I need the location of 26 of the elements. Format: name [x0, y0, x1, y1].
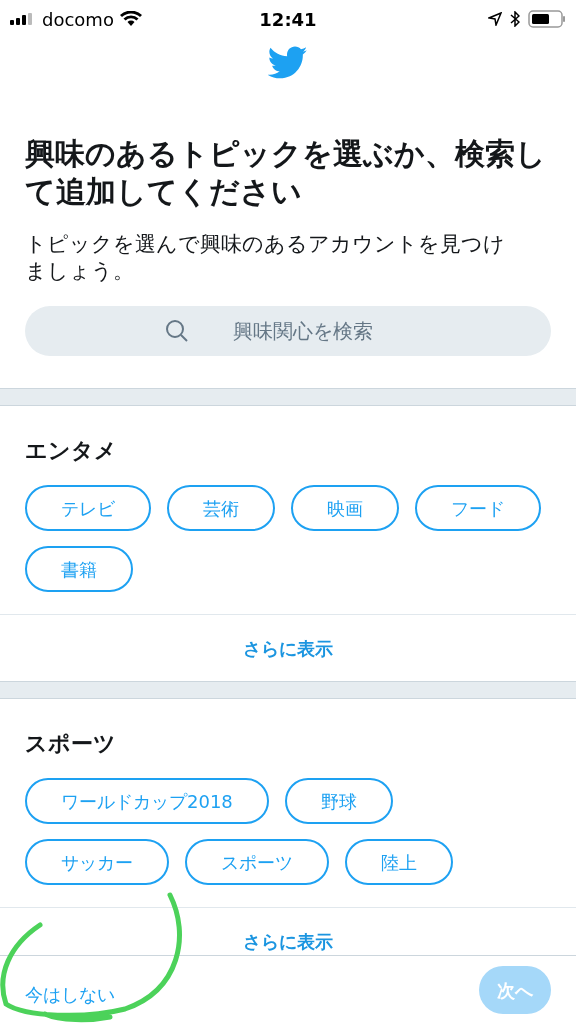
show-more-link[interactable]: さらに表示	[243, 927, 333, 955]
section-heading: エンタメ	[24, 437, 118, 465]
clock-time: 12:41	[259, 7, 317, 32]
location-arrow-icon	[488, 12, 502, 26]
topic-chip[interactable]: テレビ	[25, 485, 151, 531]
topic-chip[interactable]: 映画	[291, 485, 399, 531]
topic-chip[interactable]: 陸上	[345, 839, 453, 885]
topic-chip[interactable]: 書籍	[25, 546, 133, 592]
section-heading: スポーツ	[24, 730, 117, 758]
topic-chip[interactable]: ワールドカップ2018	[25, 778, 269, 824]
skip-link[interactable]: 今はしない	[25, 972, 115, 1008]
page-title: 興味のあるトピックを選ぶか、検索して追加してください	[25, 135, 547, 211]
search-icon	[165, 319, 189, 343]
bird-logo-icon	[268, 46, 308, 80]
wifi-icon	[119, 11, 142, 27]
topic-chip[interactable]: 野球	[284, 778, 393, 824]
show-more-link[interactable]: さらに表示	[243, 634, 333, 662]
search-field[interactable]: 興味関心を検索	[25, 306, 551, 356]
topic-chip[interactable]: スポーツ	[185, 839, 329, 885]
bluetooth-icon	[510, 11, 520, 27]
topic-chip[interactable]: 芸術	[167, 485, 275, 531]
topic-chip[interactable]: フード	[415, 485, 541, 531]
battery-icon	[528, 10, 566, 28]
topic-chip[interactable]: サッカー	[25, 839, 169, 885]
page-subtitle: トピックを選んで興味のあるアカウントを見つけましょう。	[25, 231, 506, 285]
carrier-name: docomo	[42, 7, 114, 32]
